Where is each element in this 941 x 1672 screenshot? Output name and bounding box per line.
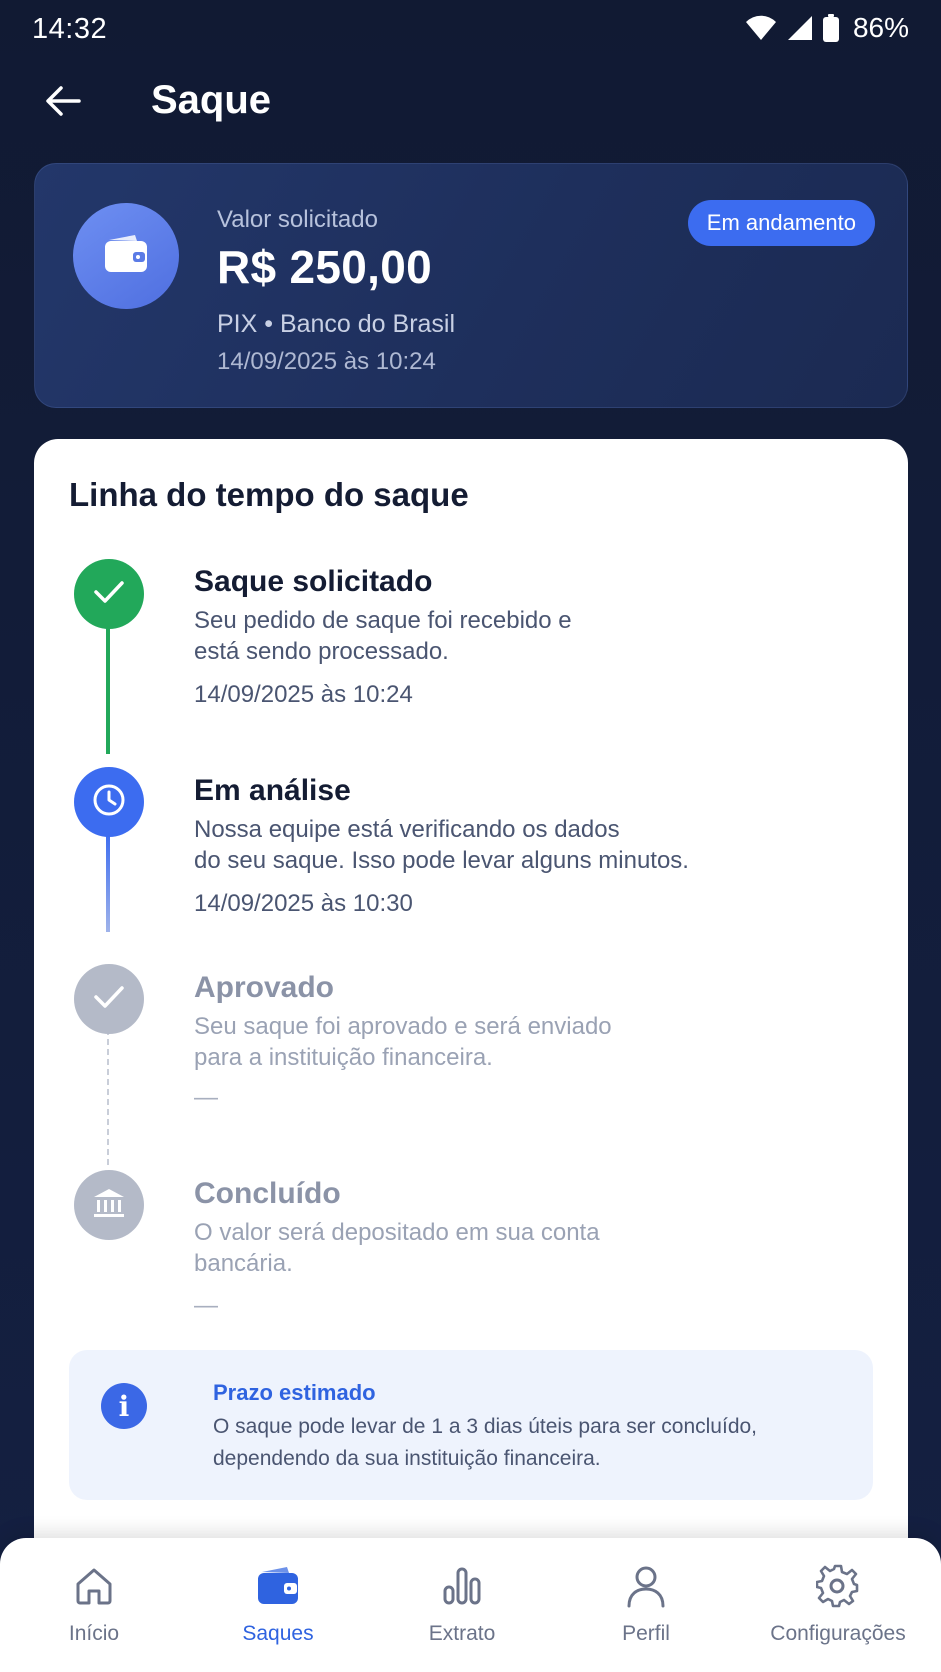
step-date: — (194, 1292, 218, 1319)
step-description: Nossa equipe está verificando os dados d… (194, 814, 754, 876)
step-title: Em análise (194, 774, 351, 807)
nav-label: Início (68, 1622, 120, 1645)
user-icon (625, 1562, 667, 1610)
bottom-navigation: Início Saques Extrato Perfil Configuraçõ… (0, 1538, 941, 1672)
status-icons: 86% (745, 12, 909, 44)
bank-icon (92, 1187, 126, 1224)
gear-icon (816, 1562, 860, 1610)
step-title: Aprovado (194, 971, 335, 1004)
step-title: Saque solicitado (194, 565, 433, 598)
step-description: Seu saque foi aprovado e será enviado pa… (194, 1011, 754, 1073)
nav-label: Configurações (770, 1622, 906, 1645)
arrow-left-icon (45, 85, 81, 122)
step-description-line: Seu pedido de saque foi recebido e (194, 607, 572, 634)
clock-icon (91, 782, 127, 823)
app-bar: Saque (0, 64, 941, 142)
nav-item-configuracoes[interactable]: Configurações (748, 1562, 928, 1662)
step-description-line: O valor será depositado em sua conta (194, 1219, 600, 1246)
step-description-line: Nossa equipe está verificando os dados (194, 816, 620, 843)
info-icon: i (101, 1383, 147, 1429)
amount-value: R$ 250,00 (217, 241, 432, 293)
info-text-line: O saque pode levar de 1 a 3 dias úteis p… (213, 1415, 758, 1438)
info-text-line: dependendo da sua instituição financeira… (213, 1447, 601, 1470)
wifi-icon (745, 15, 777, 41)
step-description-line: para a instituição financeira. (194, 1044, 493, 1071)
step-status-circle-pending (74, 964, 144, 1034)
step-date: 14/09/2025 às 10:30 (194, 890, 413, 917)
withdrawal-summary-card: Valor solicitado R$ 250,00 PIX • Banco d… (34, 163, 908, 408)
request-date: 14/09/2025 às 10:24 (217, 348, 436, 375)
step-date: — (194, 1084, 218, 1111)
step-date: 14/09/2025 às 10:24 (194, 681, 413, 708)
step-description-line: do seu saque. Isso pode levar alguns min… (194, 847, 689, 874)
step-status-circle-done (74, 559, 144, 629)
estimated-time-info-box: i Prazo estimado O saque pode levar de 1… (69, 1350, 873, 1500)
step-description: O valor será depositado em sua conta ban… (194, 1217, 754, 1279)
nav-item-saques[interactable]: Saques (188, 1562, 368, 1662)
back-button[interactable] (36, 80, 90, 126)
check-icon (93, 579, 125, 610)
nav-label: Saques (242, 1622, 314, 1645)
battery-icon (822, 14, 839, 42)
nav-item-perfil[interactable]: Perfil (556, 1562, 736, 1662)
signal-icon (787, 15, 813, 41)
timeline-title: Linha do tempo do saque (69, 476, 469, 513)
wallet-icon (103, 234, 149, 279)
nav-label: Perfil (622, 1622, 670, 1645)
bar-chart-icon (441, 1562, 483, 1610)
info-text: O saque pode levar de 1 a 3 dias úteis p… (213, 1411, 853, 1475)
page-title: Saque (151, 78, 272, 122)
status-bar: 14:32 86% (0, 0, 941, 58)
check-icon (93, 984, 125, 1015)
step-description-line: Seu saque foi aprovado e será enviado (194, 1013, 612, 1040)
status-time: 14:32 (32, 13, 108, 45)
timeline-connector (106, 624, 110, 754)
wallet-avatar (73, 203, 179, 309)
timeline-connector (106, 832, 110, 932)
wallet-icon (256, 1562, 300, 1610)
step-description: Seu pedido de saque foi recebido e está … (194, 605, 754, 667)
home-icon (73, 1562, 115, 1610)
payment-method: PIX • Banco do Brasil (217, 310, 456, 338)
step-status-circle-pending (74, 1170, 144, 1240)
info-title: Prazo estimado (213, 1380, 376, 1405)
screen: 14:32 86% Saque Valor solicitado R$ 250,… (0, 0, 941, 1672)
timeline-connector (107, 1029, 109, 1169)
nav-item-inicio[interactable]: Início (4, 1562, 184, 1662)
step-description-line: bancária. (194, 1250, 293, 1277)
step-title: Concluído (194, 1177, 341, 1210)
step-description-line: está sendo processado. (194, 638, 449, 665)
nav-label: Extrato (428, 1622, 496, 1645)
battery-percentage: 86% (852, 12, 909, 43)
timeline-card: Linha do tempo do saque Saque solicitado… (34, 439, 908, 1672)
nav-item-extrato[interactable]: Extrato (372, 1562, 552, 1662)
amount-label: Valor solicitado (217, 206, 378, 233)
step-status-circle-current (74, 767, 144, 837)
status-badge: Em andamento (687, 200, 875, 246)
